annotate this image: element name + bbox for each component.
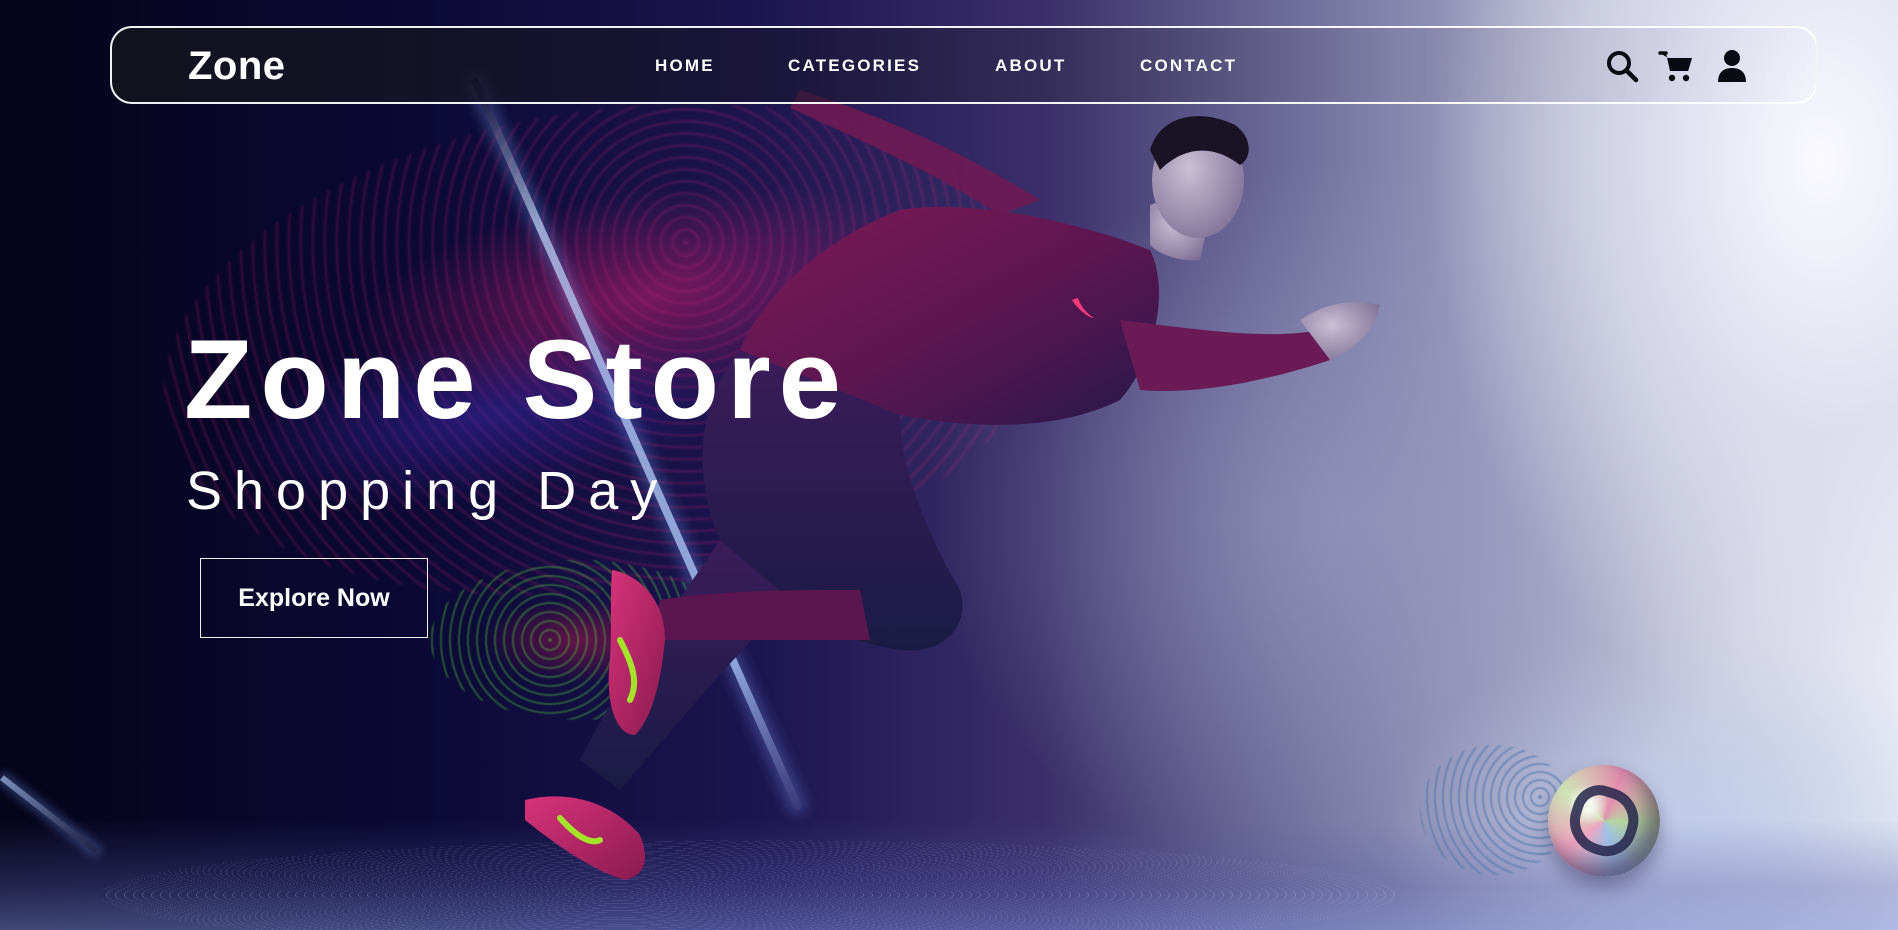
- nav-link-home[interactable]: HOME: [655, 56, 715, 76]
- user-icon[interactable]: [1714, 48, 1750, 84]
- cart-icon[interactable]: [1658, 48, 1694, 84]
- nav-link-categories[interactable]: CATEGORIES: [788, 56, 921, 76]
- explore-now-button[interactable]: Explore Now: [200, 558, 428, 638]
- hero-title: Zone Store: [184, 317, 849, 442]
- search-icon[interactable]: [1604, 48, 1640, 84]
- ball-particles: [1420, 745, 1570, 875]
- hero-subtitle: Shopping Day: [186, 461, 670, 521]
- soccer-ball: [1548, 765, 1660, 877]
- nav-link-about[interactable]: ABOUT: [995, 56, 1066, 76]
- particle-cloud-small: [430, 560, 730, 720]
- nav-link-contact[interactable]: CONTACT: [1140, 56, 1237, 76]
- logo[interactable]: Zone: [188, 40, 286, 92]
- site-header: Zone HOME CATEGORIES ABOUT CONTACT: [110, 26, 1818, 104]
